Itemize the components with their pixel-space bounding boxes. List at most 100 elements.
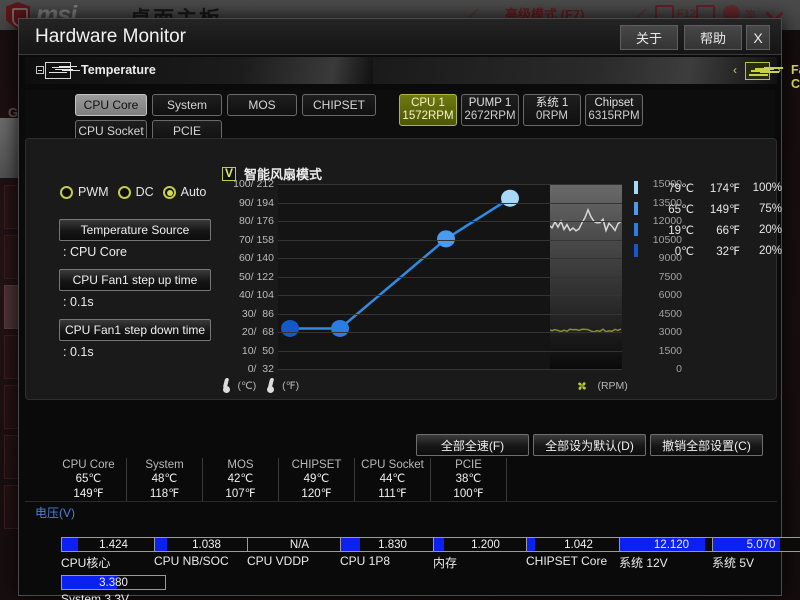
temp-fahrenheit: 149℉ (73, 487, 104, 500)
temp-summary-cell: CHIPSET 49℃ 120℉ (279, 457, 355, 502)
step-up-time-button[interactable]: CPU Fan1 step up time (59, 269, 211, 291)
legend-fahrenheit: 66℉ (716, 224, 740, 237)
radio-auto[interactable]: Auto (162, 185, 207, 199)
curve-point-2[interactable] (437, 230, 455, 248)
section-header-bar: Temperature ‹ › Fan Control (25, 57, 800, 91)
next-arrow-icon[interactable]: › (777, 63, 781, 77)
legend-swatch (634, 202, 638, 215)
about-button[interactable]: 关于 (620, 25, 678, 50)
help-button[interactable]: 帮助 (684, 25, 742, 50)
voltage-bar: 1.200 (433, 537, 538, 552)
radio-ring-icon (60, 185, 73, 199)
curve-point-1[interactable] (331, 319, 349, 337)
gridline (278, 203, 622, 204)
chart-plot-area[interactable] (278, 184, 622, 370)
tab-cpu-core[interactable]: CPU Core (75, 94, 147, 116)
tab-mos[interactable]: MOS (227, 94, 297, 116)
gridline (278, 277, 622, 278)
radio-ring-icon (162, 185, 176, 199)
fan-curve-legend: 79℃ 174℉ 100% 65℃ 149℉ 75% 19℃ 66℉ 20% 0℃ 32℉ 20% (634, 177, 782, 261)
voltage-item: N/A CPU VDDP (247, 537, 352, 571)
tab-system[interactable]: System (152, 94, 222, 116)
temp-fahrenheit: 118℉ (149, 487, 180, 500)
legend-row: 0℃ 32℉ 20% (634, 240, 782, 261)
temp-name: MOS (227, 458, 254, 471)
expander-icon[interactable] (36, 66, 44, 74)
radio-label: Auto (180, 185, 207, 199)
celsius-unit-label: (℃) (237, 379, 257, 392)
fan-tab-rpm: 2672RPM (464, 110, 516, 122)
chart-axis-footer: (℃) (℉) (RPM) (222, 377, 762, 395)
legend-fahrenheit: 174℉ (709, 182, 740, 195)
voltage-value: 12.120 (653, 538, 690, 551)
temperature-source-button[interactable]: Temperature Source (59, 219, 211, 241)
temp-name: System (145, 458, 184, 471)
fan-control-section-header[interactable]: ‹ › Fan Control (373, 57, 800, 91)
fan-tab-name: Chipset (594, 96, 634, 109)
step-down-time-button[interactable]: CPU Fan1 step down time (59, 319, 211, 341)
close-button[interactable]: X (746, 25, 770, 50)
all-default-button[interactable]: 全部设为默认(D) (533, 434, 646, 456)
thermometer-fahrenheit-icon (267, 378, 276, 394)
gridline (278, 184, 622, 185)
voltage-name: System 3.3V (61, 592, 130, 600)
y-tick-right: 0 (676, 363, 682, 375)
hardware-monitor-dialog: Hardware Monitor 关于 帮助 X Temperature ‹ ›… (18, 18, 800, 600)
voltage-item: 1.200 内存 (433, 537, 538, 571)
fan-chart-icon (745, 62, 770, 80)
voltage-bar: 1.038 (154, 537, 259, 552)
legend-percent: 20% (758, 223, 782, 236)
curve-point-3[interactable] (501, 189, 519, 207)
radio-label: DC (135, 185, 154, 199)
dialog-titlebar: Hardware Monitor 关于 帮助 X (19, 19, 781, 55)
voltage-value: 5.070 (746, 538, 776, 551)
legend-swatch (634, 181, 638, 194)
y-tick-left: 0/ 32 (247, 363, 274, 375)
voltage-section-title: 电压(V) (35, 506, 75, 520)
voltage-item: 1.042 CHIPSET Core (526, 537, 631, 571)
y-tick-left: 40/ 104 (238, 289, 274, 301)
fan-tab-pump1[interactable]: PUMP 1 2672RPM (461, 94, 519, 126)
temp-celsius: 49℃ (303, 473, 330, 486)
voltage-bar: 5.070 (712, 537, 800, 552)
legend-celsius: 79℃ (668, 182, 694, 195)
fan-tab-name: CPU 1 (411, 96, 445, 109)
temperature-section-header[interactable]: Temperature (25, 57, 373, 84)
prev-arrow-icon[interactable]: ‹ (733, 63, 737, 77)
voltage-value: 1.042 (564, 538, 593, 551)
all-full-speed-button[interactable]: 全部全速(F) (416, 434, 529, 456)
temperature-source-value: : CPU Core (63, 245, 127, 259)
y-tick-left: 100/ 212 (233, 178, 274, 190)
temp-summary-cell: PCIE 38℃ 100℉ (431, 457, 507, 502)
fan-tab-system1[interactable]: 系统 1 0RPM (523, 94, 581, 126)
fan-tab-rpm: 1572RPM (402, 110, 454, 122)
tab-chipset[interactable]: CHIPSET (302, 94, 376, 116)
fan-tab-cpu1[interactable]: CPU 1 1572RPM (399, 94, 457, 126)
radio-pwm[interactable]: PWM (60, 185, 109, 199)
legend-swatch (634, 223, 638, 236)
fan-tab-chipset[interactable]: Chipset 6315RPM (585, 94, 643, 126)
gridline (278, 351, 622, 352)
temp-summary-cell: MOS 42℃ 107℉ (203, 457, 279, 502)
y-tick-left: 10/ 50 (241, 344, 274, 357)
voltage-value: 1.830 (378, 538, 407, 551)
voltage-bar: N/A (247, 537, 352, 552)
revert-all-button[interactable]: 撤销全部设置(C) (650, 434, 763, 456)
legend-fahrenheit: 32℉ (716, 245, 740, 258)
radio-dc[interactable]: DC (117, 185, 154, 199)
temp-celsius: 38℃ (455, 473, 482, 486)
page-title: Hardware Monitor (35, 26, 186, 47)
gridline (278, 332, 622, 333)
chart-line-icon (45, 62, 71, 79)
curve-point-0[interactable] (281, 319, 299, 337)
y-tick-left: 80/ 176 (238, 215, 274, 227)
temp-fahrenheit: 120℉ (301, 487, 332, 500)
voltage-value: 1.038 (192, 538, 221, 551)
voltage-item: 1.424 CPU核心 (61, 537, 166, 571)
voltage-name: 系统 12V (619, 556, 668, 570)
fan-curve-chart[interactable]: 100/ 212 90/ 194 80/ 176 70/ 158 60/ 140 50/ … (222, 178, 682, 375)
voltage-item: 1.038 CPU NB/SOC (154, 537, 259, 571)
voltage-value: 3.380 (99, 576, 128, 589)
fan-tab-name: PUMP 1 (468, 96, 512, 109)
voltage-bar: 3.380 (61, 575, 166, 590)
